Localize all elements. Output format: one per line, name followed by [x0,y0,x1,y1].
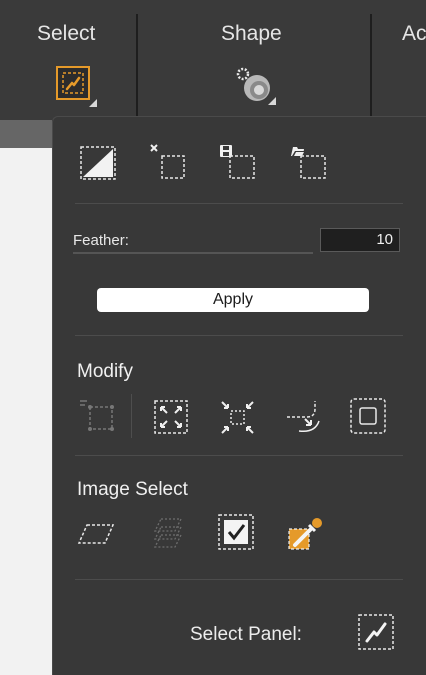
shape-tool-button[interactable] [235,66,276,105]
color-picker-button[interactable] [285,511,323,550]
smooth-selection-icon [287,401,320,433]
modify-edge-icon [80,400,114,431]
select-tool-label: Select [37,22,96,45]
layered-select-button[interactable] [149,515,187,551]
feather-slider[interactable] [73,252,313,254]
panel-divider [75,335,403,336]
toolbar-separator [136,14,138,119]
selection-tool-icon [62,72,84,94]
save-selection-icon [220,145,255,179]
clear-selection-button[interactable] [149,143,187,179]
canvas-ruler [0,120,52,148]
image-select-section-title: Image Select [77,479,188,500]
dropdown-corner-icon [268,97,276,105]
invert-selection-button[interactable] [79,145,117,181]
layered-select-icon [153,518,183,548]
border-selection-icon [350,398,386,434]
modify-separator [131,394,132,438]
invert-selection-icon [80,146,116,180]
feather-label: Feather: [73,232,129,249]
modify-edge-button[interactable] [79,397,117,433]
smooth-selection-button[interactable] [285,399,323,435]
save-selection-button[interactable] [218,143,256,179]
color-picker-icon [288,518,322,550]
load-selection-button[interactable] [289,143,327,179]
select-options-panel: Feather: 10 Apply Modify Image Select Se… [52,116,426,675]
shape-tool-label: Shape [221,22,282,45]
apply-button[interactable]: Apply [97,288,369,312]
panel-divider [75,203,403,204]
select-tool-button[interactable] [56,66,97,107]
parallelogram-select-button[interactable] [77,517,115,553]
toolbar-separator [370,14,372,119]
checkbox-select-icon [218,514,254,550]
canvas-area [0,120,52,675]
modify-section-title: Modify [77,361,133,382]
expand-selection-button[interactable] [153,399,191,435]
select-panel-button[interactable] [357,613,395,650]
app-window: Select Shape Ac Feather: 10 Apply Modify… [0,0,426,675]
select-panel-icon [358,614,394,650]
select-panel-label: Select Panel: [190,624,302,645]
load-selection-icon [291,147,326,179]
parallelogram-select-icon [77,524,115,544]
next-tool-label: Ac [402,22,426,45]
panel-divider [75,455,403,456]
checkbox-select-button[interactable] [217,513,255,550]
clear-selection-icon [150,144,185,179]
border-selection-button[interactable] [349,397,387,434]
contract-selection-icon [221,401,254,434]
expand-selection-icon [154,400,188,434]
dropdown-corner-icon [89,99,97,107]
contract-selection-button[interactable] [219,399,257,435]
panel-divider [75,579,403,580]
feather-value-input[interactable]: 10 [320,228,400,252]
top-toolbar: Select Shape Ac [0,0,426,120]
